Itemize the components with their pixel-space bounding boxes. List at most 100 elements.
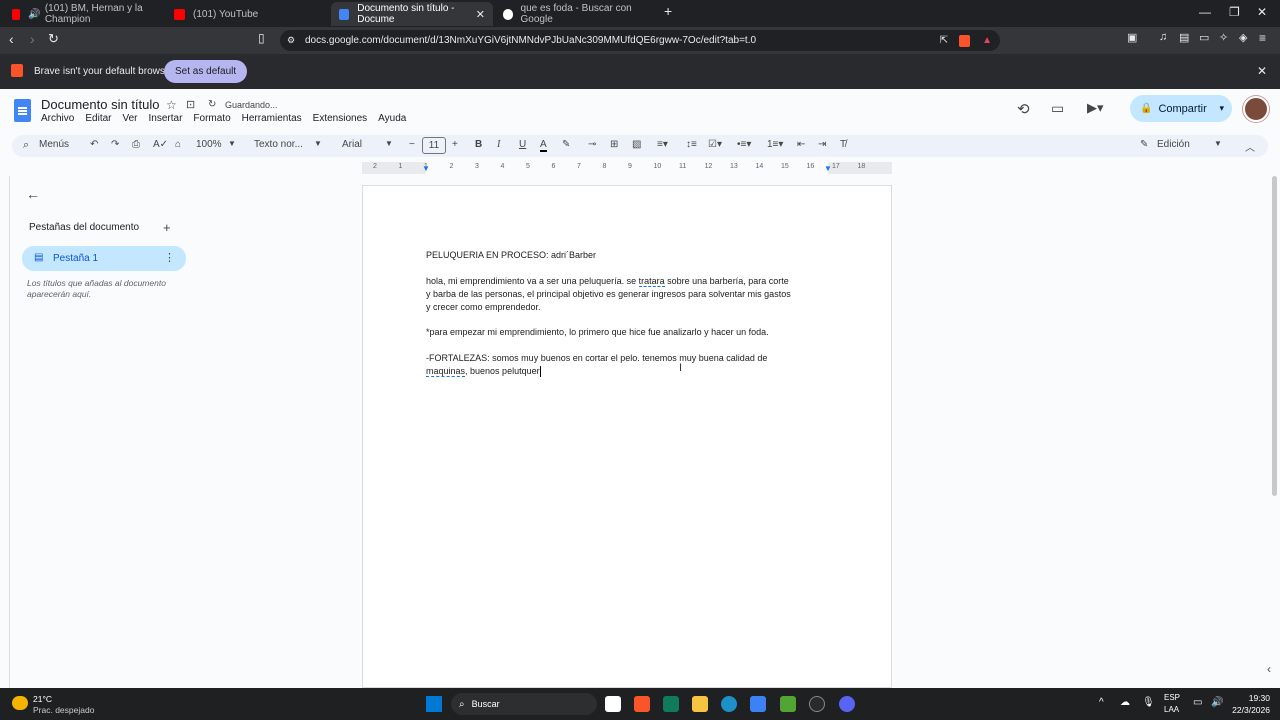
menu-editar[interactable]: Editar (85, 113, 111, 124)
minimize-icon[interactable]: — (1199, 5, 1211, 19)
spellcheck-icon[interactable]: A✓ (153, 139, 168, 150)
menu-icon[interactable]: ≡ (1259, 31, 1266, 45)
right-indent-marker-icon[interactable]: ▼ (824, 164, 832, 173)
document-heading[interactable]: PELUQUERIA EN PROCESO: adri´Barber (426, 249, 826, 262)
share-icon[interactable]: ⇱ (940, 35, 948, 46)
history-icon[interactable]: ⟲ (1017, 100, 1030, 118)
chevron-down-icon[interactable]: ▼ (228, 139, 236, 148)
style-select[interactable]: Texto nor... (254, 139, 303, 150)
indent-marker-icon[interactable]: ▼ (422, 164, 430, 173)
highlight-icon[interactable]: ✎ (562, 139, 570, 150)
bold-icon[interactable]: B (475, 139, 482, 150)
star-icon[interactable]: ☆ (166, 98, 177, 112)
docs-logo-icon[interactable] (14, 99, 31, 122)
discord-icon[interactable] (839, 696, 855, 712)
back-arrow-icon[interactable]: ← (26, 186, 40, 202)
edge-icon[interactable] (721, 696, 737, 712)
undo-icon[interactable]: ↶ (90, 139, 98, 150)
comment-icon[interactable]: ⊞ (610, 139, 618, 150)
brave-taskbar-icon[interactable] (634, 696, 650, 712)
tab-youtube[interactable]: (101) YouTube (166, 2, 326, 26)
site-info-icon[interactable]: ⚙ (287, 35, 295, 46)
paragraph-1[interactable]: hola, mi emprendimiento va a ser una pel… (426, 275, 826, 313)
menus-search[interactable]: Menús (39, 139, 69, 150)
avatar[interactable] (1243, 96, 1269, 122)
menu-ver[interactable]: Ver (122, 113, 137, 124)
reload-icon[interactable]: ↻ (48, 31, 59, 47)
sidebar-item-pestana-1[interactable]: ▤ Pestaña 1 ⋮ (22, 246, 186, 271)
zoom-select[interactable]: 100% (196, 139, 222, 150)
reader-icon[interactable]: ▤ (1179, 31, 1189, 44)
chevron-down-icon[interactable]: ▼ (385, 139, 393, 148)
file-explorer-icon[interactable] (692, 696, 708, 712)
network-icon[interactable]: ▭ (1193, 697, 1202, 708)
wallet-icon[interactable]: ▭ (1199, 31, 1209, 44)
print-icon[interactable]: ⎙ (132, 139, 140, 150)
onedrive-icon[interactable]: ☁ (1120, 697, 1130, 708)
more-icon[interactable]: ⋮ (164, 251, 175, 264)
search-icon[interactable]: ⌕ (23, 139, 29, 152)
paragraph-3[interactable]: -FORTALEZAS: somos muy buenos en cortar … (426, 352, 826, 378)
move-icon[interactable]: ⊡ (186, 98, 195, 111)
tab-docs[interactable]: Documento sin título - Docume ✕ (331, 2, 493, 26)
taskbar-search[interactable]: ⌕ Buscar (451, 693, 597, 715)
paragraph-2[interactable]: *para empezar mi emprendimiento, lo prim… (426, 326, 826, 339)
close-icon[interactable]: ✕ (1257, 64, 1267, 78)
menu-formato[interactable]: Formato (193, 113, 230, 124)
new-tab-icon[interactable]: + (664, 3, 672, 19)
decrease-size-icon[interactable]: − (409, 139, 415, 150)
scrollbar[interactable] (1272, 176, 1277, 496)
tab-youtube-music[interactable]: 🔊 (101) BM, Hernan y la Champion (4, 2, 164, 26)
mode-select[interactable]: Edición (1157, 139, 1190, 150)
tab-google[interactable]: que es foda - Buscar con Google (495, 2, 655, 26)
font-select[interactable]: Arial (342, 139, 362, 150)
menu-archivo[interactable]: Archivo (41, 113, 74, 124)
minecraft-icon[interactable] (780, 696, 796, 712)
forward-icon[interactable]: › (30, 31, 35, 47)
windows-start-icon[interactable] (426, 696, 442, 712)
add-tab-icon[interactable]: + (163, 220, 171, 235)
text-color-icon[interactable]: A (540, 139, 547, 152)
increase-size-icon[interactable]: + (452, 139, 458, 150)
bookmark-icon[interactable]: ▯ (258, 31, 265, 45)
chevron-down-icon[interactable]: ▼ (1214, 139, 1222, 148)
link-icon[interactable]: ⊸ (588, 139, 596, 150)
meet-icon[interactable]: ▶▾ (1087, 100, 1104, 116)
mic-icon[interactable]: 🎙 (1142, 697, 1155, 708)
menu-insertar[interactable]: Insertar (149, 113, 183, 124)
horizontal-ruler[interactable]: 2 1 1 2 3 4 5 6 7 8 9 10 11 12 13 14 15 16 17 18 ▼ ▼ (362, 162, 892, 174)
document-title[interactable]: Documento sin título (41, 97, 160, 112)
url-field[interactable]: ⚙ docs.google.com/document/d/13NmXuYGiV6… (280, 30, 1000, 51)
menu-ayuda[interactable]: Ayuda (378, 113, 406, 124)
underline-icon[interactable]: U (519, 139, 526, 150)
task-view-icon[interactable] (605, 696, 621, 712)
checklist-icon[interactable]: ☑▾ (708, 139, 722, 150)
collapse-icon[interactable]: ︿ (1245, 139, 1255, 154)
indent-decrease-icon[interactable]: ⇤ (797, 139, 805, 150)
window-close-icon[interactable]: ✕ (1257, 5, 1267, 19)
menu-herramientas[interactable]: Herramientas (242, 113, 302, 124)
comments-icon[interactable]: ▭ (1051, 100, 1064, 117)
indent-increase-icon[interactable]: ⇥ (818, 139, 826, 150)
brave-shields-icon[interactable] (959, 34, 970, 47)
terminal-icon[interactable] (663, 696, 679, 712)
share-button[interactable]: 🔒 Compartir ▾ (1130, 95, 1232, 122)
expand-panel-icon[interactable]: ‹ (1267, 662, 1271, 676)
image-icon[interactable]: ▧ (632, 139, 641, 150)
close-icon[interactable]: ✕ (476, 8, 485, 21)
vpn-icon[interactable]: ◈ (1239, 31, 1247, 44)
chevron-down-icon[interactable]: ▾ (1219, 103, 1224, 114)
font-size-field[interactable]: 11 (422, 137, 446, 154)
back-icon[interactable]: ‹ (9, 31, 14, 47)
italic-icon[interactable]: I (497, 139, 500, 150)
menu-extensiones[interactable]: Extensiones (313, 113, 367, 124)
media-icon[interactable]: ♫ (1159, 31, 1167, 43)
numbered-list-icon[interactable]: 1≡▾ (767, 139, 783, 150)
paint-format-icon[interactable]: ⌂ (175, 139, 181, 150)
bullet-list-icon[interactable]: •≡▾ (737, 139, 751, 150)
sidebar-toggle-icon[interactable]: ▣ (1127, 31, 1137, 44)
align-icon[interactable]: ≡▾ (657, 139, 668, 150)
tray-chevron-icon[interactable]: ^ (1099, 697, 1104, 708)
redo-icon[interactable]: ↷ (111, 139, 119, 150)
weather-icon[interactable] (12, 696, 28, 710)
